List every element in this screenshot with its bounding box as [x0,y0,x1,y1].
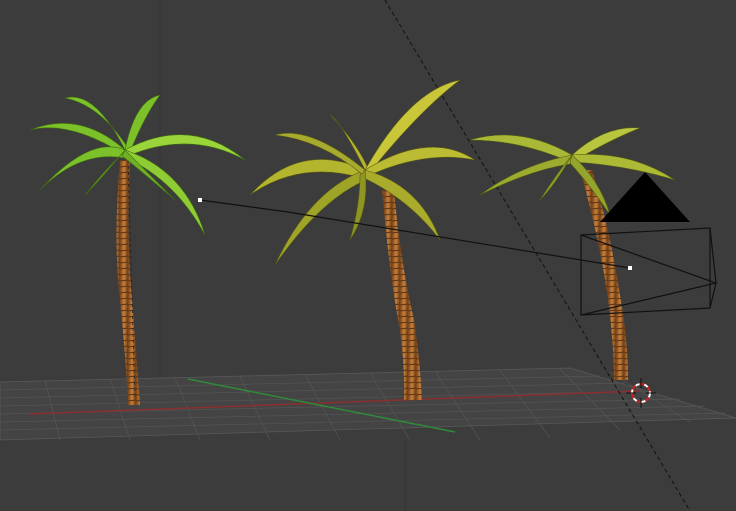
palm-tree-2[interactable] [249,79,476,400]
camera-clip-line [384,0,691,511]
3d-viewport[interactable] [0,0,736,511]
origin-point [628,266,632,270]
palm-tree-3[interactable] [469,127,676,380]
viewport-canvas[interactable] [0,0,736,511]
origin-point [198,198,202,202]
palm-tree-1[interactable] [29,94,246,405]
